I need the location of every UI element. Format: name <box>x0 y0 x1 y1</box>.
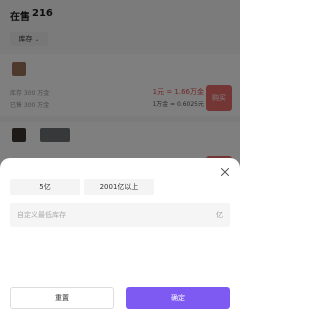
unit-label: 亿 <box>216 211 223 219</box>
option-chip-2001yi-plus[interactable]: 2001亿以上 <box>84 179 154 195</box>
close-icon[interactable] <box>220 167 230 177</box>
custom-min-stock-field[interactable]: 亿 <box>10 203 230 227</box>
confirm-button[interactable]: 确定 <box>126 287 230 309</box>
reset-button[interactable]: 重置 <box>10 287 114 309</box>
stock-filter-sheet: 5亿 2001亿以上 亿 重置 确定 <box>0 158 240 322</box>
option-chip-5yi[interactable]: 5亿 <box>10 179 80 195</box>
custom-min-stock-input[interactable] <box>17 211 216 219</box>
